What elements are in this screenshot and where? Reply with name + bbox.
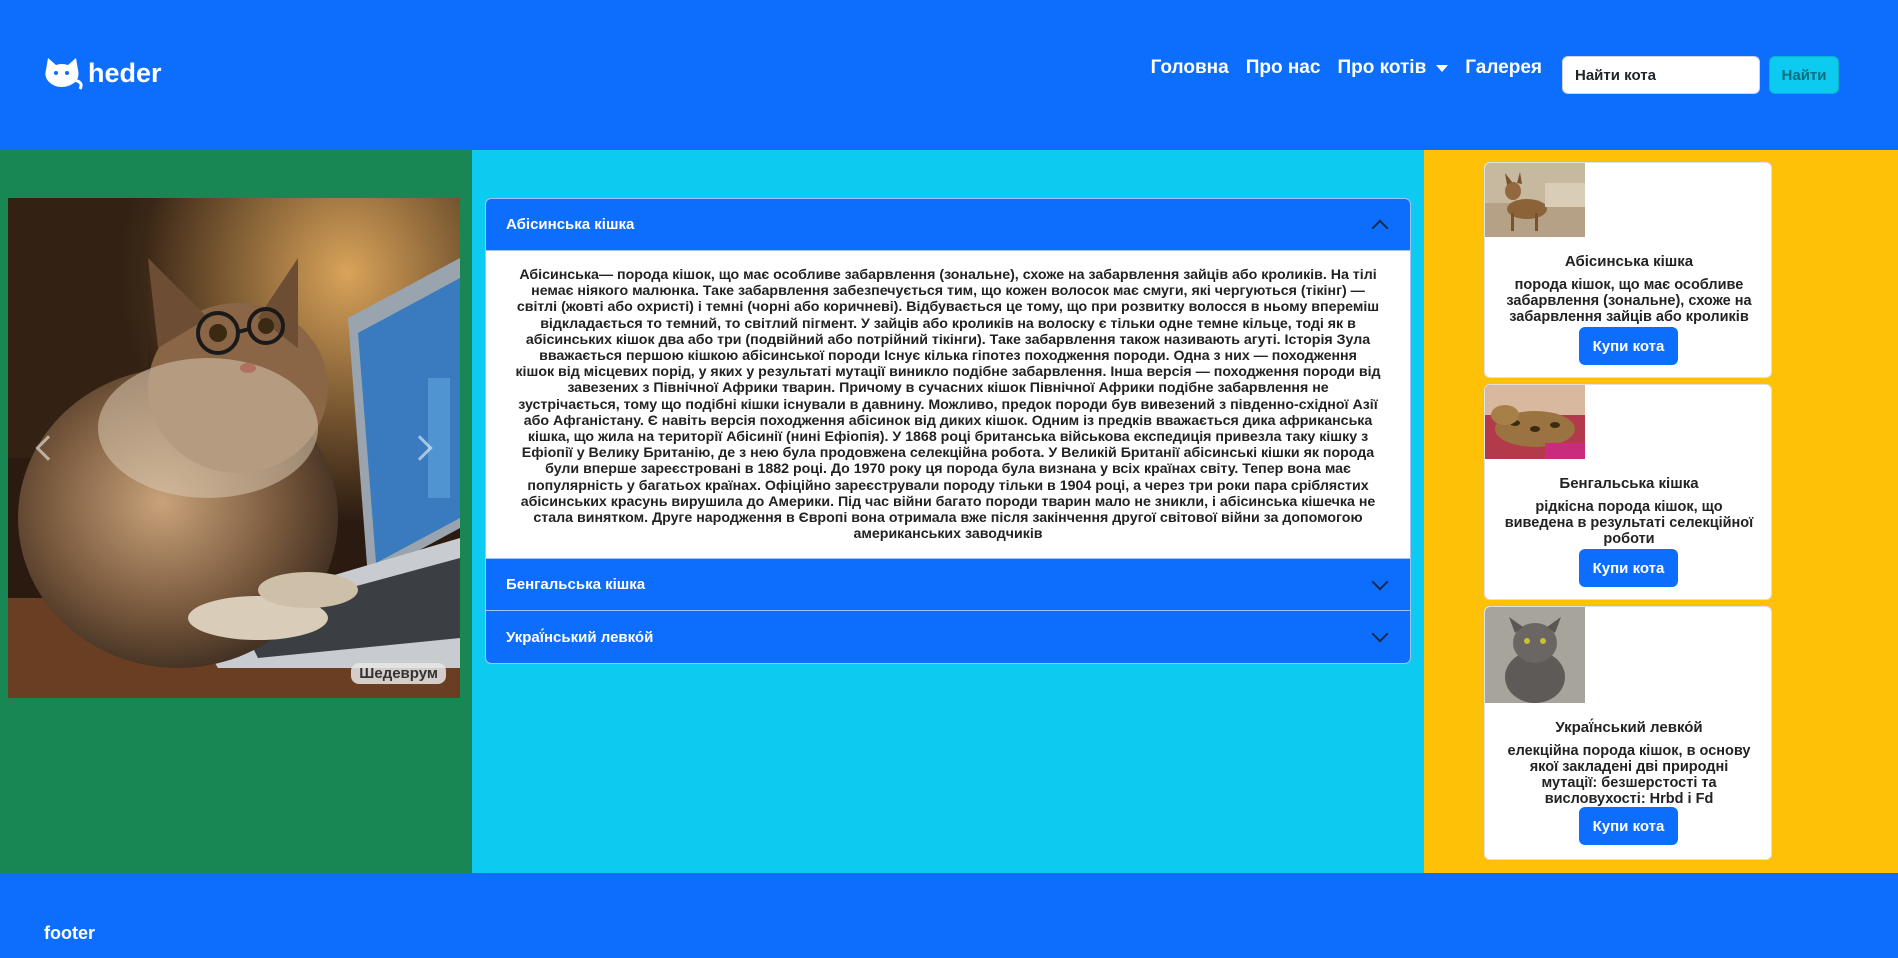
buy-cat-button[interactable]: Купи кота: [1579, 327, 1678, 365]
card-title: Украї́нський левко́й: [1555, 719, 1703, 736]
accordion-body-line: Абісинська— порода кішок, що має особлив…: [519, 267, 1377, 283]
abyssinian-cat-thumbnail: [1485, 163, 1585, 237]
accordion-title: Абісинська кішка: [506, 216, 635, 233]
carousel-prev-button[interactable]: [28, 418, 68, 478]
buy-cat-button[interactable]: Купи кота: [1579, 549, 1678, 587]
card-text-line: забарвлення (зональне), схоже на: [1506, 293, 1752, 309]
chevron-down-icon: [1371, 625, 1389, 643]
card-text-line: порода кішок, що має особливе: [1514, 277, 1744, 293]
accordion-body-line: популярність у багатьох країнах. Офіційн…: [527, 477, 1369, 494]
buy-cat-button[interactable]: Купи кота: [1579, 807, 1678, 845]
accordion-body-line: американських заводчиків: [853, 526, 1043, 543]
accordion-header-levkoy[interactable]: Украї́нський левко́й: [486, 611, 1410, 664]
card-text: рідкісна порода кішок, що виведена в рез…: [1499, 499, 1759, 547]
accordion-body-line: світлі (жовті або охристі) і темні (чорн…: [516, 299, 1380, 316]
middle-column: Абісинська кішка Абісинська— порода кішо…: [472, 150, 1424, 873]
search-button[interactable]: Найти: [1769, 56, 1839, 94]
card-text-line: роботи: [1603, 531, 1655, 547]
accordion-body-line: завезених з Північної Африки тварин. При…: [567, 380, 1329, 397]
card-text: елекційна порода кішок, в основу якої за…: [1499, 743, 1759, 807]
right-column: Абісинська кішка порода кішок, що має ос…: [1424, 150, 1898, 873]
card-text-line: елекційна порода кішок, в основу: [1507, 743, 1751, 759]
cat-card: Украї́нський левко́й елекційна порода кі…: [1484, 606, 1772, 860]
accordion-body-abyssinian: Абісинська— порода кішок, що має особлив…: [486, 251, 1410, 560]
accordion-body-line: абісинських кішок два або три (подвійний…: [525, 331, 1371, 348]
accordion-body-line: Ефіопії у Велику Британію, де з нею була…: [521, 445, 1375, 462]
brand-text: heder: [88, 57, 162, 88]
nav-gallery[interactable]: Галерея: [1465, 57, 1542, 79]
card-title: Бенгальська кішка: [1559, 475, 1699, 492]
nav-cats-label: Про котів: [1337, 57, 1427, 78]
watermark-badge: Шедеврум: [351, 663, 446, 684]
cat-card: Бенгальська кішка рідкісна порода кішок,…: [1484, 384, 1772, 600]
card-text-line: виведена в результаті селекційної: [1504, 515, 1754, 531]
accordion-body-line: немає ніякого малюнка. Таке забарвлення …: [531, 283, 1365, 300]
chevron-up-icon: [1371, 219, 1389, 236]
accordion-title: Бенгальська кішка: [506, 576, 646, 594]
cat-card: Абісинська кішка порода кішок, що має ос…: [1484, 162, 1772, 378]
cat-logo-icon: [45, 58, 83, 90]
accordion-body-line: кішок від місцевих порід, у яких у резул…: [515, 364, 1381, 381]
nav-about[interactable]: Про нас: [1246, 57, 1321, 79]
search-input[interactable]: [1562, 56, 1760, 94]
nav-home[interactable]: Головна: [1151, 57, 1229, 79]
accordion-body-line: абісинських красунь вирушила до Америки.…: [520, 493, 1376, 510]
cat-with-glasses-image: [8, 198, 460, 698]
accordion: Абісинська кішка Абісинська— порода кішо…: [485, 198, 1411, 665]
main-nav: Головна Про нас Про котів Галерея: [1151, 57, 1542, 79]
accordion-body-line: стала винятком. Друге народження в Європ…: [533, 510, 1363, 527]
footer-text: footer: [44, 923, 95, 943]
chevron-down-icon: [1371, 573, 1389, 591]
card-text-line: мутації: безшерстості та: [1541, 775, 1717, 791]
footer: footer: [0, 873, 1898, 958]
accordion-body-line: або Афганістану. Є навіть версія походже…: [523, 412, 1373, 429]
caret-down-icon: [1436, 64, 1449, 72]
card-text-line: забарвлення зайців або кроликів: [1509, 309, 1749, 325]
left-column: Шедеврум: [0, 150, 472, 873]
chevron-left-icon: [35, 435, 61, 461]
accordion-body-line: кішка, що жила на території Абісинії (ни…: [527, 429, 1369, 446]
levkoy-cat-thumbnail: [1485, 607, 1585, 703]
carousel-next-button[interactable]: [400, 418, 440, 478]
header: heder Головна Про нас Про котів Галерея …: [0, 0, 1898, 150]
card-text-line: якої закладені дві природні: [1529, 759, 1729, 775]
accordion-title: Украї́нський левко́й: [506, 628, 654, 646]
nav-cats-dropdown[interactable]: Про котів: [1337, 57, 1449, 79]
accordion-body-line: відкладається то темний, то світлий пігм…: [540, 315, 1356, 332]
accordion-body-line: були вперше зареєстровані в 1882 році. Д…: [545, 461, 1351, 478]
accordion-header-bengal[interactable]: Бенгальська кішка: [486, 559, 1410, 612]
accordion-body-line: вважається першою кішкою абісинської пор…: [539, 348, 1357, 365]
accordion-body-line: зустрічається, тому що подібні кішки існ…: [518, 396, 1378, 413]
card-text-line: висловухості: Hrbd і Fd: [1544, 791, 1714, 807]
accordion-header-abyssinian[interactable]: Абісинська кішка: [486, 199, 1410, 251]
card-text: порода кішок, що має особливе забарвленн…: [1499, 277, 1759, 325]
card-text-line: рідкісна порода кішок, що: [1535, 499, 1723, 515]
chevron-right-icon: [407, 435, 433, 461]
brand[interactable]: heder: [42, 56, 162, 90]
bengal-cat-thumbnail: [1485, 385, 1585, 459]
image-carousel: Шедеврум: [8, 198, 460, 698]
card-title: Абісинська кішка: [1564, 253, 1694, 270]
